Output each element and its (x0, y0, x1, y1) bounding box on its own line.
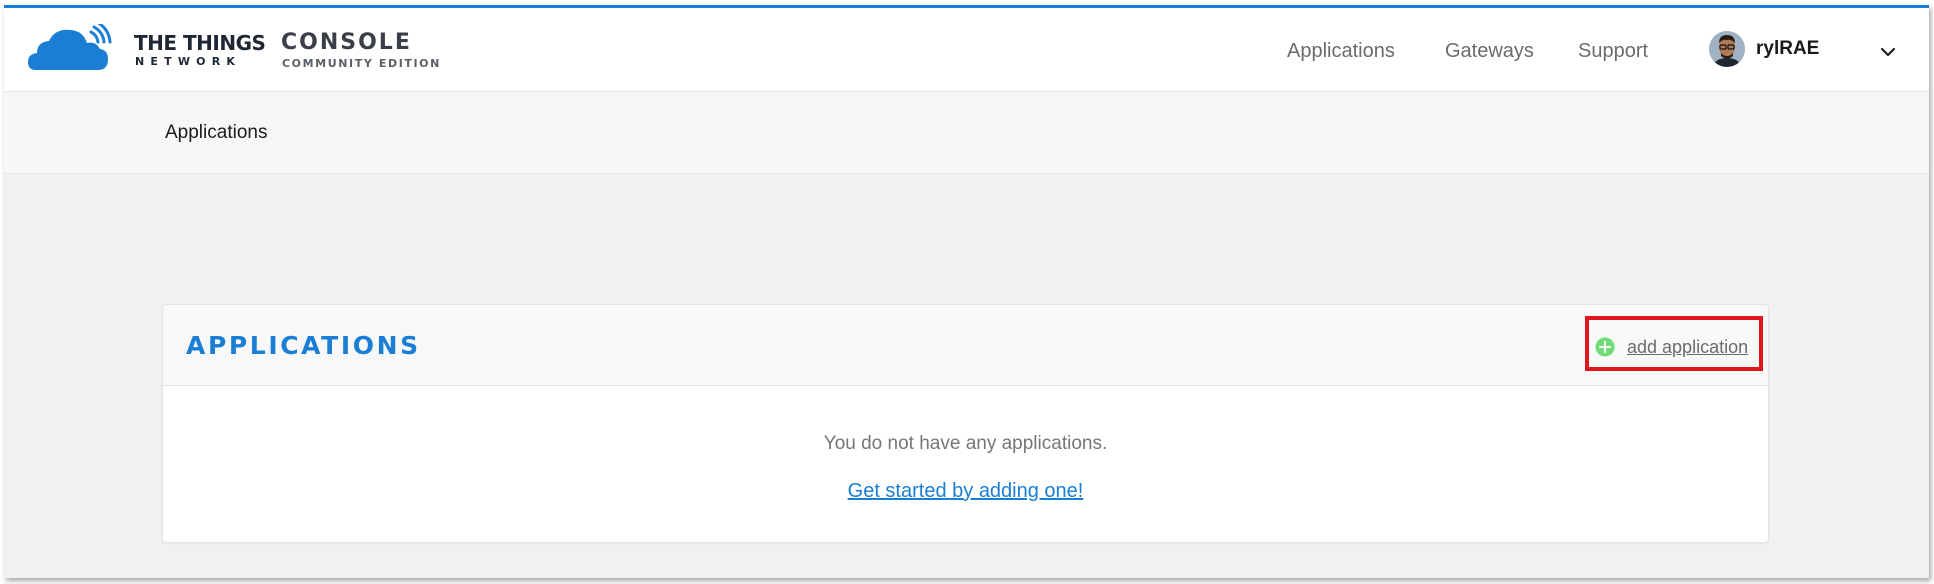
get-started-link[interactable]: Get started by adding one! (848, 480, 1084, 502)
card-title: APPLICATIONS (186, 331, 421, 360)
applications-card: APPLICATIONS add application You do not … (162, 304, 1769, 543)
brand-subtitle: NETWORK (135, 55, 242, 68)
username[interactable]: rylRAE (1756, 38, 1819, 60)
get-started-container: Get started by adding one! (163, 479, 1768, 503)
chevron-down-icon[interactable] (1880, 46, 1896, 58)
console-edition: COMMUNITY EDITION (282, 57, 441, 70)
add-application-link[interactable]: add application (1627, 336, 1748, 358)
breadcrumb: Applications (4, 92, 1929, 174)
console-title: CONSOLE (281, 30, 412, 55)
nav-gateways[interactable]: Gateways (1445, 39, 1534, 63)
top-header: THE THINGS NETWORK CONSOLE COMMUNITY EDI… (4, 8, 1929, 92)
breadcrumb-applications[interactable]: Applications (165, 122, 267, 144)
brand-title: THE THINGS (134, 31, 266, 55)
empty-state-message: You do not have any applications. (823, 433, 1108, 454)
ttn-logo[interactable] (28, 20, 128, 74)
card-header: APPLICATIONS add application (163, 305, 1768, 386)
cloud-logo-icon (28, 20, 112, 70)
nav-support[interactable]: Support (1578, 39, 1648, 63)
avatar-icon (1709, 31, 1745, 67)
nav-applications[interactable]: Applications (1287, 39, 1395, 63)
plus-circle-icon[interactable] (1595, 337, 1615, 357)
browser-frame: THE THINGS NETWORK CONSOLE COMMUNITY EDI… (4, 5, 1929, 578)
user-avatar[interactable] (1709, 31, 1745, 67)
